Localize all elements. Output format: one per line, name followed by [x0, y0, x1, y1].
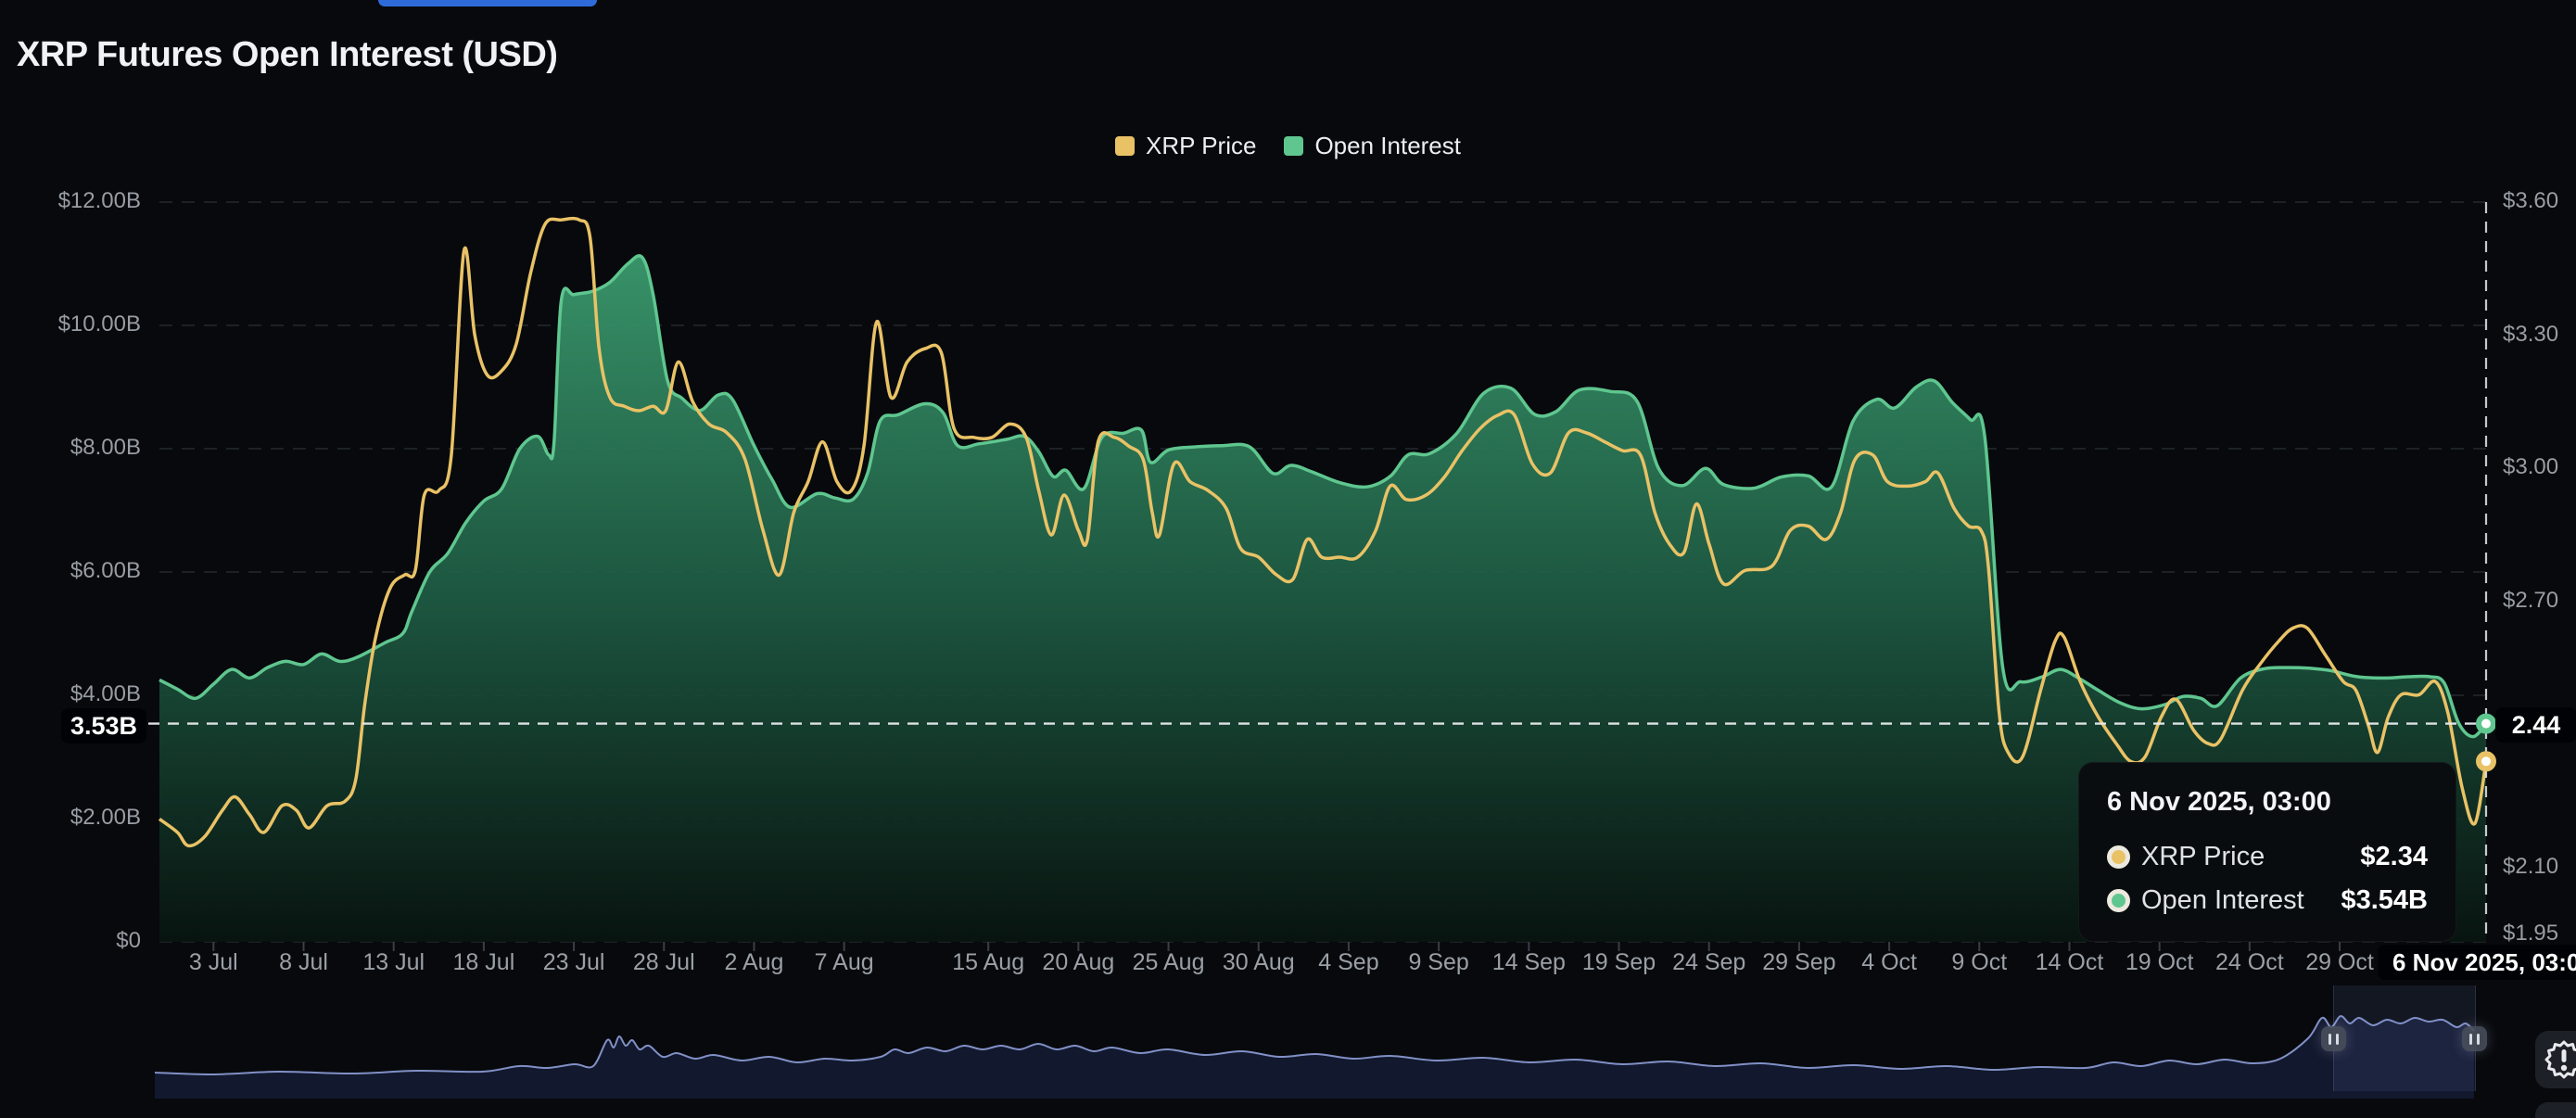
navigator-left-handle[interactable] — [2321, 1026, 2346, 1051]
tooltip-row-open-interest: Open Interest $3.54B — [2107, 885, 2428, 916]
chart-page: XRP Futures Open Interest (USD) XRP Pric… — [0, 0, 2576, 1118]
crosshair-price-label: 2.44 — [2495, 707, 2576, 743]
tooltip-date: 6 Nov 2025, 03:00 — [2107, 787, 2428, 818]
seal-exclamation-icon — [2543, 1038, 2576, 1081]
chart-tooltip: 6 Nov 2025, 03:00 XRP Price $2.34 Open I… — [2078, 762, 2456, 942]
navigator-selected-range[interactable] — [2333, 985, 2476, 1091]
tooltip-row-xrp-price: XRP Price $2.34 — [2107, 842, 2428, 872]
tooltip-value: $3.54B — [2341, 885, 2428, 916]
tooltip-label: XRP Price — [2141, 842, 2265, 872]
secondary-tool-button[interactable] — [2535, 1102, 2576, 1118]
alert-settings-button[interactable] — [2535, 1031, 2576, 1088]
navigator-area — [155, 1016, 2474, 1099]
tooltip-value: $2.34 — [2360, 842, 2428, 872]
open-interest-dot-icon — [2107, 889, 2130, 912]
xrp-price-dot-icon — [2107, 845, 2130, 869]
crosshair-date-label: 6 Nov 2025, 03:00 — [2378, 945, 2576, 980]
range-navigator[interactable] — [0, 0, 2576, 1118]
navigator-right-handle[interactable] — [2462, 1026, 2487, 1051]
tooltip-label: Open Interest — [2141, 885, 2304, 916]
